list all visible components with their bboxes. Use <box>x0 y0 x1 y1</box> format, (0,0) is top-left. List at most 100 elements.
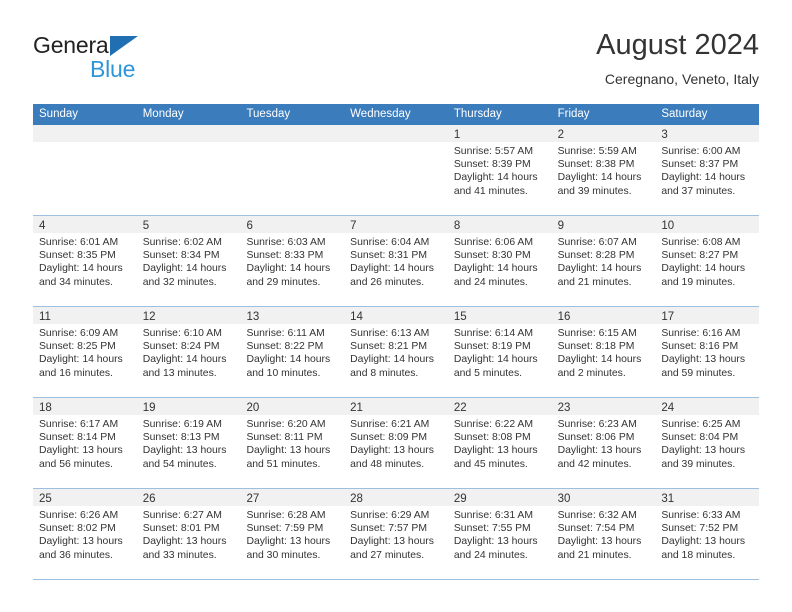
sunrise-line: Sunrise: 6:29 AM <box>350 510 430 521</box>
day-cell[interactable]: 29 Sunrise: 6:31 AM Sunset: 7:55 PM Dayligh… <box>447 489 552 579</box>
daylight-line-2: and 48 minutes. <box>350 458 425 470</box>
day-number: 1 <box>453 129 461 141</box>
day-cell[interactable]: 23 Sunrise: 6:23 AM Sunset: 8:06 PM Dayligh… <box>551 398 656 488</box>
day-number-band: 1 <box>447 125 552 142</box>
sunset-line: Sunset: 8:08 PM <box>453 432 531 444</box>
sunset-line: Sunset: 8:19 PM <box>453 341 531 353</box>
day-cell[interactable]: 4 Sunrise: 6:01 AM Sunset: 8:35 PM Daylight… <box>33 216 137 306</box>
day-number-band: 10 <box>655 216 760 233</box>
day-cell[interactable]: 20 Sunrise: 6:20 AM Sunset: 8:11 PM Dayligh… <box>240 398 345 488</box>
daylight-line-2: and 39 minutes. <box>557 185 632 197</box>
day-number-band: 27 <box>240 489 345 506</box>
sunset-line: Sunset: 7:59 PM <box>246 523 324 535</box>
calendar-week-row: 4 Sunrise: 6:01 AM Sunset: 8:35 PM Daylight… <box>33 216 760 307</box>
day-cell[interactable]: 9 Sunrise: 6:07 AM Sunset: 8:28 PM Daylight… <box>551 216 656 306</box>
sunset-line: Sunset: 8:13 PM <box>142 432 220 444</box>
logo-triangle-icon <box>110 36 138 56</box>
day-cell[interactable]: 26 Sunrise: 6:27 AM Sunset: 8:01 PM Dayligh… <box>136 489 241 579</box>
daylight-line-2: and 30 minutes. <box>246 549 321 561</box>
daylight-line-2: and 39 minutes. <box>661 458 736 470</box>
day-number-band: 25 <box>33 489 137 506</box>
day-cell[interactable]: 10 Sunrise: 6:08 AM Sunset: 8:27 PM Dayligh… <box>655 216 760 306</box>
day-number-band: 11 <box>33 307 137 324</box>
day-cell[interactable]: 6 Sunrise: 6:03 AM Sunset: 8:33 PM Daylight… <box>240 216 345 306</box>
day-cell[interactable]: 5 Sunrise: 6:02 AM Sunset: 8:34 PM Daylight… <box>136 216 241 306</box>
weekday-header-friday: Friday <box>557 108 590 120</box>
daylight-line-2: and 29 minutes. <box>246 276 321 288</box>
sunrise-line: Sunrise: 6:19 AM <box>142 419 222 430</box>
daylight-line-2: and 34 minutes. <box>39 276 113 288</box>
day-details: Sunrise: 6:22 AM Sunset: 8:08 PM Daylight:… <box>448 415 552 471</box>
weekday-header-row: Sunday Monday Tuesday Wednesday Thursday Frid… <box>33 104 759 125</box>
day-number: 15 <box>453 311 467 323</box>
day-number-band: 8 <box>447 216 552 233</box>
daylight-line-2: and 41 minutes. <box>453 185 528 197</box>
day-cell[interactable]: 25 Sunrise: 6:26 AM Sunset: 8:02 PM Dayligh… <box>33 489 137 579</box>
day-number-band: 2 <box>551 125 656 142</box>
sunrise-line: Sunrise: 6:07 AM <box>557 237 637 248</box>
day-cell[interactable]: 31 Sunrise: 6:33 AM Sunset: 7:52 PM Dayligh… <box>655 489 760 579</box>
day-cell[interactable]: 1 Sunrise: 5:57 AM Sunset: 8:39 PM Daylight… <box>447 125 552 215</box>
day-number-band: 5 <box>136 216 241 233</box>
day-number-band: 18 <box>33 398 137 415</box>
day-number: 3 <box>661 129 668 141</box>
day-cell[interactable]: 18 Sunrise: 6:17 AM Sunset: 8:14 PM Dayligh… <box>33 398 137 488</box>
sunrise-line: Sunrise: 6:26 AM <box>39 510 119 521</box>
day-cell[interactable]: 28 Sunrise: 6:29 AM Sunset: 7:57 PM Dayligh… <box>344 489 448 579</box>
daylight-line-1: Daylight: 14 hours <box>453 354 538 366</box>
day-number-band: 19 <box>136 398 241 415</box>
day-cell[interactable]: 12 Sunrise: 6:10 AM Sunset: 8:24 PM Dayligh… <box>136 307 241 397</box>
day-details <box>344 142 448 145</box>
daylight-line-2: and 2 minutes. <box>557 367 626 379</box>
sunset-line: Sunset: 8:25 PM <box>39 341 116 353</box>
day-number: 13 <box>246 311 260 323</box>
day-details: Sunrise: 6:19 AM Sunset: 8:13 PM Daylight:… <box>137 415 241 471</box>
day-cell[interactable]: 8 Sunrise: 6:06 AM Sunset: 8:30 PM Daylight… <box>447 216 552 306</box>
day-details: Sunrise: 6:15 AM Sunset: 8:18 PM Daylight:… <box>552 324 656 380</box>
day-cell[interactable]: 3 Sunrise: 6:00 AM Sunset: 8:37 PM Daylight… <box>655 125 760 215</box>
sunrise-line: Sunrise: 6:31 AM <box>453 510 534 521</box>
page-header: General Blue August 2024 Ceregnano, Vene… <box>33 28 759 98</box>
sunrise-line: Sunrise: 6:14 AM <box>453 328 534 339</box>
sunset-line: Sunset: 7:52 PM <box>661 523 739 535</box>
day-cell[interactable]: 30 Sunrise: 6:32 AM Sunset: 7:54 PM Dayligh… <box>551 489 656 579</box>
day-cell[interactable]: 7 Sunrise: 6:04 AM Sunset: 8:31 PM Daylight… <box>344 216 448 306</box>
sunrise-line: Sunrise: 6:22 AM <box>453 419 534 430</box>
day-cell[interactable]: 15 Sunrise: 6:14 AM Sunset: 8:19 PM Dayligh… <box>447 307 552 397</box>
daylight-line-2: and 24 minutes. <box>453 549 528 561</box>
day-cell[interactable]: 22 Sunrise: 6:22 AM Sunset: 8:08 PM Dayligh… <box>447 398 552 488</box>
daylight-line-2: and 8 minutes. <box>350 367 419 379</box>
day-cell[interactable]: 21 Sunrise: 6:21 AM Sunset: 8:09 PM Dayligh… <box>344 398 448 488</box>
day-cell[interactable]: 14 Sunrise: 6:13 AM Sunset: 8:21 PM Dayligh… <box>344 307 448 397</box>
day-cell[interactable]: 13 Sunrise: 6:11 AM Sunset: 8:22 PM Dayligh… <box>240 307 345 397</box>
sunrise-line: Sunrise: 6:15 AM <box>557 328 637 339</box>
day-details: Sunrise: 6:02 AM Sunset: 8:34 PM Daylight:… <box>137 233 241 289</box>
day-cell[interactable]: 11 Sunrise: 6:09 AM Sunset: 8:25 PM Dayligh… <box>33 307 137 397</box>
day-number-band: 20 <box>240 398 345 415</box>
day-details: Sunrise: 6:21 AM Sunset: 8:09 PM Daylight:… <box>344 415 448 471</box>
daylight-line-1: Daylight: 13 hours <box>557 536 642 548</box>
day-cell-empty <box>136 125 241 215</box>
generalblue-logo[interactable]: General Blue <box>33 32 203 88</box>
sunrise-line: Sunrise: 6:33 AM <box>661 510 741 521</box>
sunset-line: Sunset: 7:57 PM <box>350 523 427 535</box>
sunset-line: Sunset: 8:22 PM <box>246 341 324 353</box>
day-number-band: 30 <box>551 489 656 506</box>
day-cell[interactable]: 17 Sunrise: 6:16 AM Sunset: 8:16 PM Dayligh… <box>655 307 760 397</box>
sunset-line: Sunset: 8:33 PM <box>246 250 324 262</box>
day-number-band: 22 <box>447 398 552 415</box>
daylight-line-2: and 32 minutes. <box>142 276 217 288</box>
day-cell[interactable]: 16 Sunrise: 6:15 AM Sunset: 8:18 PM Dayligh… <box>551 307 656 397</box>
day-cell[interactable]: 27 Sunrise: 6:28 AM Sunset: 7:59 PM Dayligh… <box>240 489 345 579</box>
day-number-band: 16 <box>551 307 656 324</box>
sunset-line: Sunset: 7:54 PM <box>557 523 635 535</box>
sunrise-line: Sunrise: 6:02 AM <box>142 237 222 248</box>
day-cell[interactable]: 2 Sunrise: 5:59 AM Sunset: 8:38 PM Daylight… <box>551 125 656 215</box>
calendar-week-row: 25 Sunrise: 6:26 AM Sunset: 8:02 PM Dayligh… <box>33 489 760 580</box>
day-details: Sunrise: 6:14 AM Sunset: 8:19 PM Daylight:… <box>448 324 552 380</box>
day-cell[interactable]: 24 Sunrise: 6:25 AM Sunset: 8:04 PM Dayligh… <box>655 398 760 488</box>
day-cell[interactable]: 19 Sunrise: 6:19 AM Sunset: 8:13 PM Dayligh… <box>136 398 241 488</box>
calendar-grid: Sunday Monday Tuesday Wednesday Thursday Frid… <box>33 104 760 580</box>
day-number-band <box>33 125 137 142</box>
day-number-band: 12 <box>136 307 241 324</box>
